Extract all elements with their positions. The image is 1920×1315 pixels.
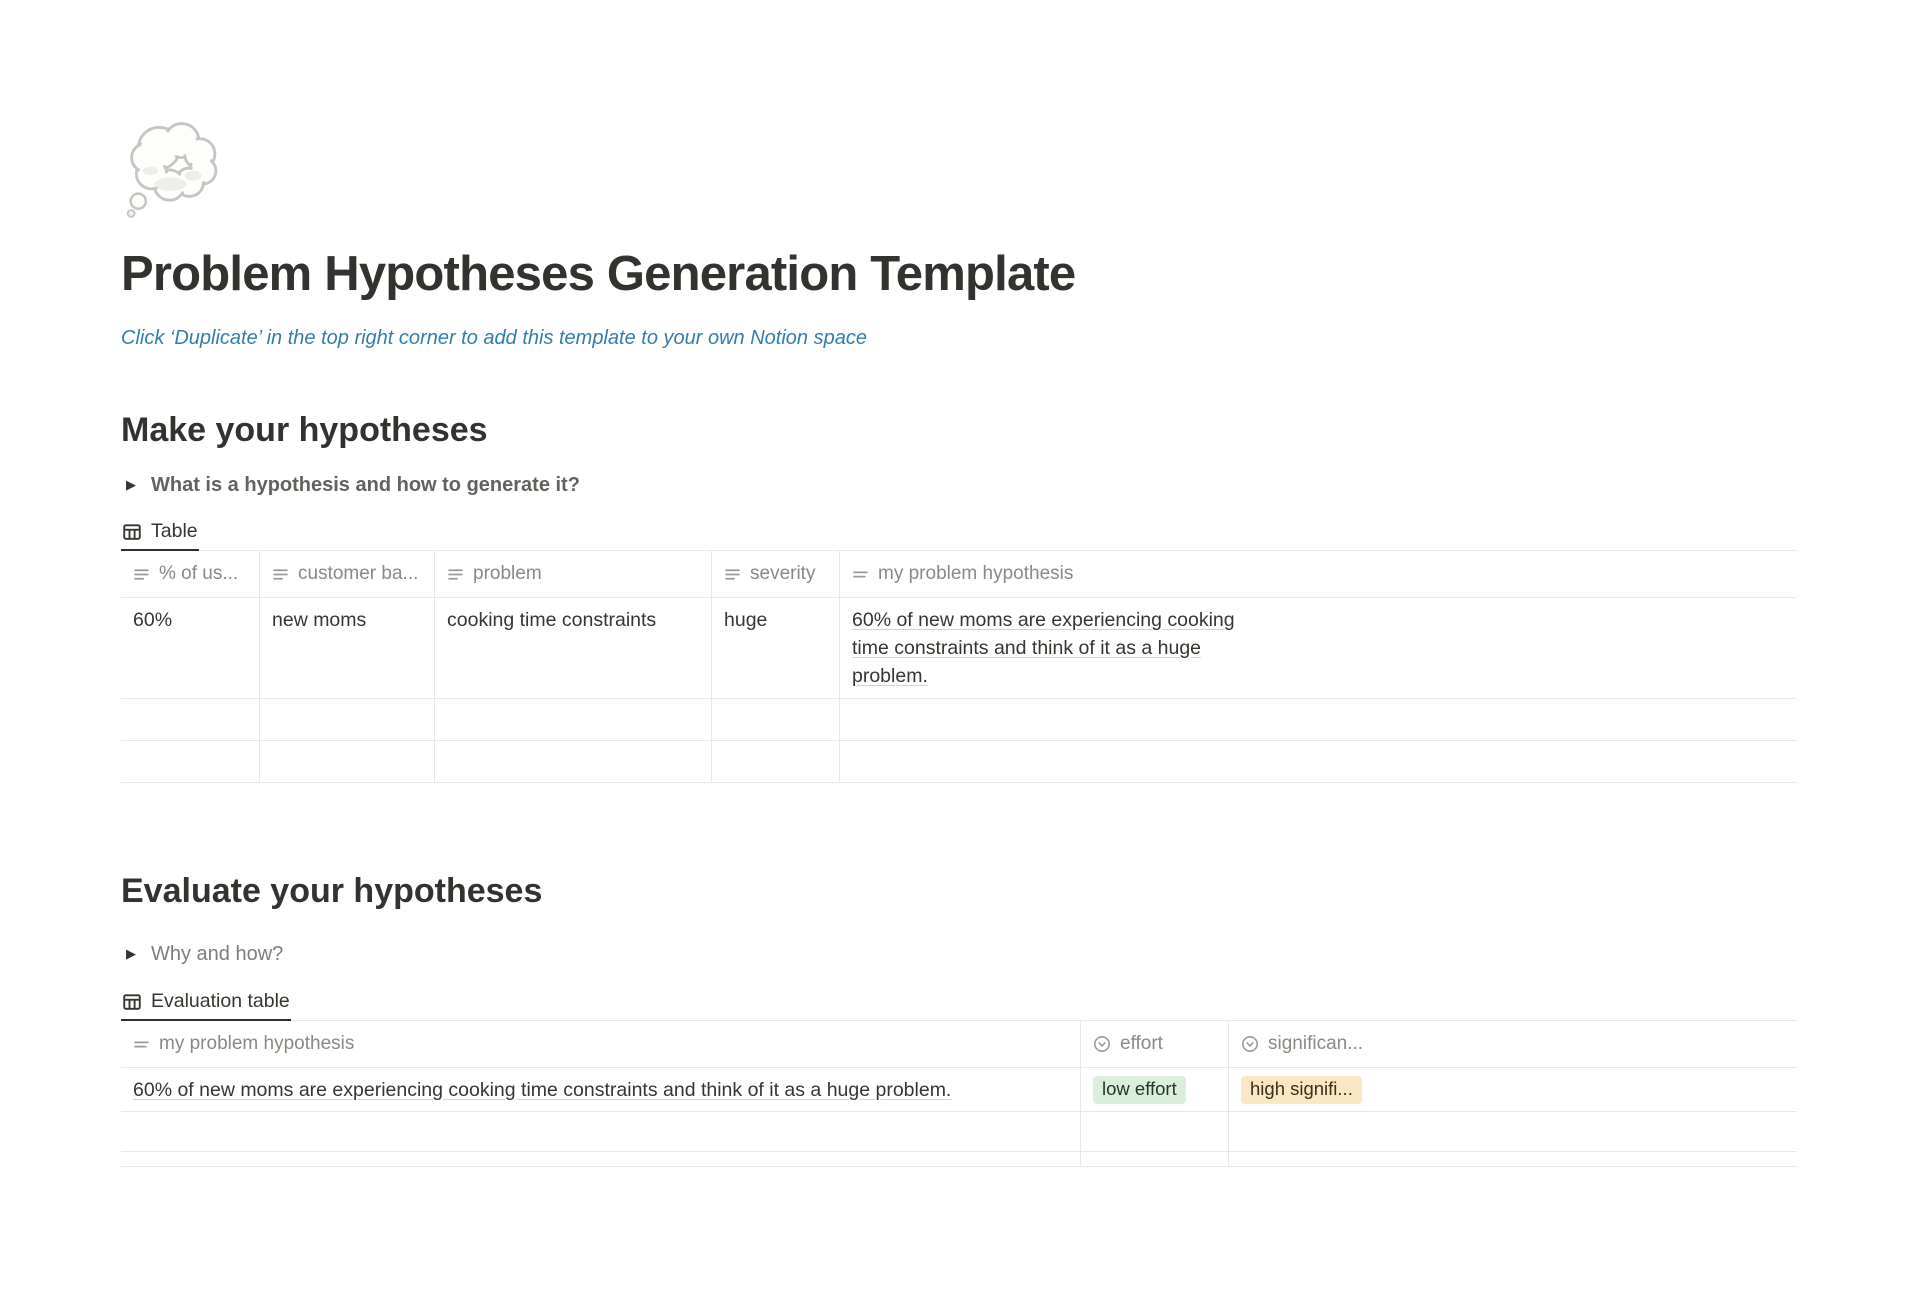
- toggle-label: Why and how?: [151, 939, 283, 969]
- cell-significance[interactable]: high signifi...: [1229, 1068, 1797, 1111]
- toggle-why-and-how[interactable]: ▶ Why and how?: [121, 939, 1797, 969]
- column-header-problem[interactable]: problem: [435, 551, 712, 597]
- toggle-triangle-icon[interactable]: ▶: [121, 470, 151, 500]
- text-property-icon: [447, 566, 464, 583]
- column-header-significance[interactable]: significan...: [1229, 1021, 1797, 1067]
- tab-label: Evaluation table: [151, 990, 290, 1013]
- toggle-what-is-a-hypothesis[interactable]: ▶ What is a hypothesis and how to genera…: [121, 470, 1797, 500]
- section-heading-make-hypotheses: Make your hypotheses: [121, 408, 1797, 452]
- toggle-triangle-icon[interactable]: ▶: [121, 939, 151, 969]
- cell-effort[interactable]: low effort: [1081, 1068, 1229, 1111]
- column-header-my-problem-hypothesis[interactable]: my problem hypothesis: [840, 551, 1797, 597]
- column-header-percent-of-users[interactable]: % of us...: [121, 551, 260, 597]
- column-header-my-problem-hypothesis[interactable]: my problem hypothesis: [121, 1021, 1081, 1067]
- column-header-effort[interactable]: effort: [1081, 1021, 1229, 1067]
- page-icon-thought-balloon-emoji[interactable]: [125, 116, 231, 222]
- cell-problem[interactable]: cooking time constraints: [435, 598, 712, 698]
- view-tabbar-table: Table: [121, 514, 1797, 551]
- notion-page: Problem Hypotheses Generation Template C…: [121, 116, 1797, 1167]
- section-heading-evaluate-hypotheses: Evaluate your hypotheses: [121, 869, 1797, 913]
- hypothesis-title-link[interactable]: 60% of new moms are experiencing cooking…: [133, 1076, 951, 1104]
- hypothesis-title-link[interactable]: 60% of new moms are experiencing cooking…: [852, 606, 1246, 690]
- cell-customer-base[interactable]: new moms: [260, 598, 435, 698]
- table-view-icon: [122, 522, 142, 542]
- thought-balloon-cloud-graphic: [125, 116, 231, 222]
- hypotheses-table-empty-row[interactable]: [121, 699, 1797, 741]
- evaluation-table-header-row: my problem hypothesis effort significan.…: [121, 1021, 1797, 1068]
- text-property-icon: [272, 566, 289, 583]
- cell-hypothesis-title[interactable]: 60% of new moms are experiencing cooking…: [121, 1068, 1081, 1111]
- cell-severity[interactable]: huge: [712, 598, 840, 698]
- text-property-icon: [133, 566, 150, 583]
- table-view-icon: [122, 992, 142, 1012]
- toggle-label: What is a hypothesis and how to generate…: [151, 470, 580, 500]
- view-tabbar-evaluation: Evaluation table: [121, 984, 1797, 1021]
- page-subtitle: Click ‘Duplicate’ in the top right corne…: [121, 324, 1797, 352]
- hypotheses-table-header-row: % of us... customer ba... problem severi…: [121, 551, 1797, 598]
- select-property-icon: [1241, 1035, 1259, 1053]
- column-header-severity[interactable]: severity: [712, 551, 840, 597]
- select-property-icon: [1093, 1035, 1111, 1053]
- cell-percent-of-users[interactable]: 60%: [121, 598, 260, 698]
- evaluation-table-row-1: 60% of new moms are experiencing cooking…: [121, 1068, 1797, 1112]
- significance-tag[interactable]: high signifi...: [1241, 1076, 1362, 1104]
- text-property-icon: [724, 566, 741, 583]
- hypotheses-table-empty-row[interactable]: [121, 741, 1797, 783]
- evaluation-table-empty-row[interactable]: [121, 1112, 1797, 1152]
- title-property-icon: [133, 1036, 150, 1053]
- tab-evaluation-table-view[interactable]: Evaluation table: [121, 984, 291, 1021]
- tab-label: Table: [151, 520, 198, 543]
- page-title: Problem Hypotheses Generation Template: [121, 246, 1797, 302]
- effort-tag[interactable]: low effort: [1093, 1076, 1186, 1104]
- hypotheses-table: % of us... customer ba... problem severi…: [121, 551, 1797, 783]
- tab-table-view[interactable]: Table: [121, 514, 199, 551]
- title-property-icon: [852, 566, 869, 583]
- evaluation-table: my problem hypothesis effort significan.…: [121, 1021, 1797, 1167]
- column-header-customer-base[interactable]: customer ba...: [260, 551, 435, 597]
- evaluation-table-empty-row[interactable]: [121, 1152, 1797, 1167]
- cell-hypothesis-title[interactable]: 60% of new moms are experiencing cooking…: [840, 598, 1797, 698]
- hypotheses-table-row-1: 60% new moms cooking time constraints hu…: [121, 598, 1797, 699]
